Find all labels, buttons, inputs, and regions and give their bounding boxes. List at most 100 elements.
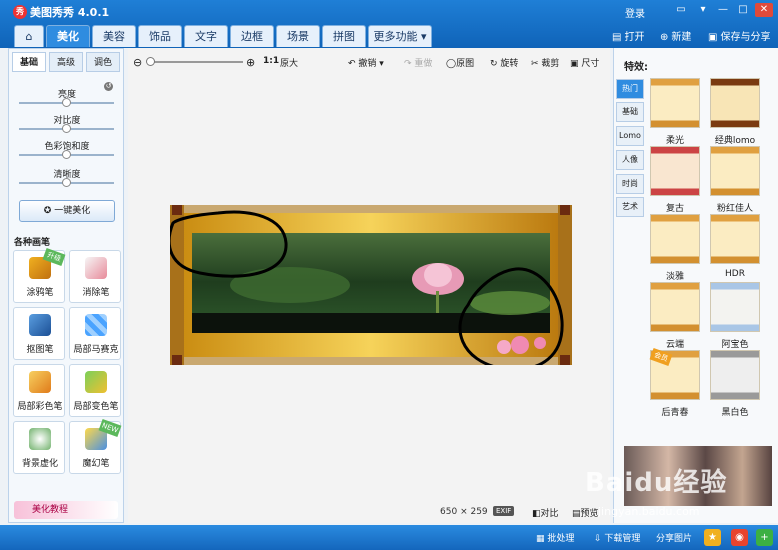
compare-icon: ◧ [532,509,541,519]
redo-button[interactable]: ↷ 重做 [404,56,432,69]
auto-beautify-button[interactable]: ✪ 一键美化 [19,200,115,222]
slider-saturation[interactable] [19,150,114,159]
effect-thumb[interactable] [710,214,760,264]
plus-icon[interactable]: + [756,529,773,546]
category-lomo[interactable]: Lomo [616,126,644,146]
crop-label: 裁剪 [541,59,560,69]
tool-cutout-pen[interactable]: 抠图笔 [13,307,65,360]
subtab-advanced[interactable]: 高级 [49,52,83,72]
share-image-button[interactable]: 分享图片 [656,531,692,544]
save-share-button[interactable]: ▣ 保存与分享 [708,28,770,43]
save-share-label: 保存与分享 [720,32,771,43]
rotate-label: 旋转 [500,59,519,69]
category-portrait[interactable]: 人像 [616,150,644,170]
effect-label: 淡雅 [665,272,684,282]
zoom-in-icon[interactable]: ⊕ [246,56,255,69]
weibo-icon[interactable]: ◉ [731,529,748,546]
open-button[interactable]: ▤ 打开 [612,28,644,43]
redo-label: 重做 [414,59,433,69]
star-icon[interactable]: ★ [704,529,721,546]
effect-thumb[interactable]: 会员 [649,347,700,400]
category-basic[interactable]: 基础 [616,102,644,122]
chat-icon[interactable]: ▭ [672,3,690,17]
effect-thumb[interactable] [650,78,700,128]
slider-brightness[interactable] [19,98,114,107]
tab-beautify[interactable]: 美化 [46,25,90,47]
slider-sharpness[interactable] [19,178,114,187]
crop-button[interactable]: ✂ 裁剪 [531,56,559,69]
zoom-slider[interactable] [146,57,243,66]
tool-label: 魔幻笔 [82,459,110,469]
slider-knob[interactable] [62,150,71,159]
subtab-color[interactable]: 调色 [86,52,120,72]
category-hot[interactable]: 热门 [616,79,644,99]
auto-beautify-label: 一键美化 [54,206,91,216]
slider-knob[interactable] [62,124,71,133]
new-label: 新建 [671,32,692,43]
tool-color-brush[interactable]: 局部彩色笔 [13,364,65,417]
undo-button[interactable]: ↶ 撤销 ▾ [348,56,384,69]
tab-home[interactable]: ⌂ [14,25,44,47]
effect-thumb[interactable] [710,350,760,400]
compare-button[interactable]: ◧对比 [532,506,559,519]
category-art[interactable]: 艺术 [616,197,644,217]
edited-image[interactable] [170,205,572,365]
effect-thumb[interactable] [650,146,700,196]
redo-icon: ↷ [404,59,415,69]
menu-icon[interactable]: ▾ [694,3,712,17]
download-manager-button[interactable]: ⇩ 下载管理 [594,531,640,544]
effect-label: 黑白色 [721,408,749,418]
tool-label: 局部马赛克 [73,345,119,355]
watermark-text: Baidu经验 [585,468,728,498]
exif-button[interactable]: EXIF [493,506,515,516]
resize-button[interactable]: ▣ 尺寸 [570,56,599,69]
app-logo-icon: 秀 [13,5,27,19]
tool-doodle-pen[interactable]: 升级 涂鸦笔 [13,247,66,303]
effect-thumb[interactable] [650,214,700,264]
tab-scenes[interactable]: 场景 [276,25,320,47]
effect-thumb[interactable] [650,282,700,332]
tool-recolor-brush[interactable]: 局部变色笔 [69,364,121,417]
blur-icon [29,428,51,450]
zoom-slider-knob[interactable] [146,57,155,66]
zoom-out-icon[interactable]: ⊖ [133,56,142,69]
effect-label: 后青春 [661,408,689,418]
tool-magic-pen[interactable]: NEW 魔幻笔 [69,418,122,474]
batch-button[interactable]: ▦ 批处理 [536,531,574,544]
image-height: 259 [470,507,488,517]
preview-button[interactable]: ▤预览 [572,506,599,519]
close-icon[interactable]: ✕ [755,3,773,17]
effect-thumb[interactable] [710,78,760,128]
effect-thumb[interactable] [710,146,760,196]
slider-knob[interactable] [62,98,71,107]
slider-contrast[interactable] [19,124,114,133]
effect-label: HDR [725,269,745,279]
tab-more[interactable]: 更多功能 ▾ [368,25,432,47]
rotate-button[interactable]: ↻ 旋转 [490,56,518,69]
tool-eraser[interactable]: 消除笔 [69,250,121,303]
subtab-basic[interactable]: 基础 [12,52,46,72]
maximize-icon[interactable]: □ [734,3,752,17]
original-image-button[interactable]: ◯原图 [446,56,474,69]
scroll-painting-image [170,205,572,365]
tab-frames[interactable]: 边框 [230,25,274,47]
original-size-button[interactable]: 原大 [280,56,298,69]
tab-collage[interactable]: 拼图 [322,25,366,47]
tool-mosaic[interactable]: 局部马赛克 [69,307,121,360]
original-image-label: 原图 [456,59,475,69]
ratio-button[interactable]: 1:1 [263,56,279,66]
new-button[interactable]: ⊕ 新建 [660,28,691,43]
slider-knob[interactable] [62,178,71,187]
tab-accessories[interactable]: 饰品 [138,25,182,47]
tab-beauty[interactable]: 美容 [92,25,136,47]
chevron-down-icon: ▾ [376,59,384,69]
category-fashion[interactable]: 时尚 [616,174,644,194]
tab-text[interactable]: 文字 [184,25,228,47]
login-link[interactable]: 登录 [625,5,645,20]
image-width: 650 [440,507,458,517]
tool-bg-blur[interactable]: 背景虚化 [13,421,65,474]
effect-thumb[interactable] [710,282,760,332]
minimize-icon[interactable]: — [714,3,732,17]
effects-title: 特效: [624,62,648,73]
tutorial-link[interactable]: 美化教程 [14,501,118,519]
